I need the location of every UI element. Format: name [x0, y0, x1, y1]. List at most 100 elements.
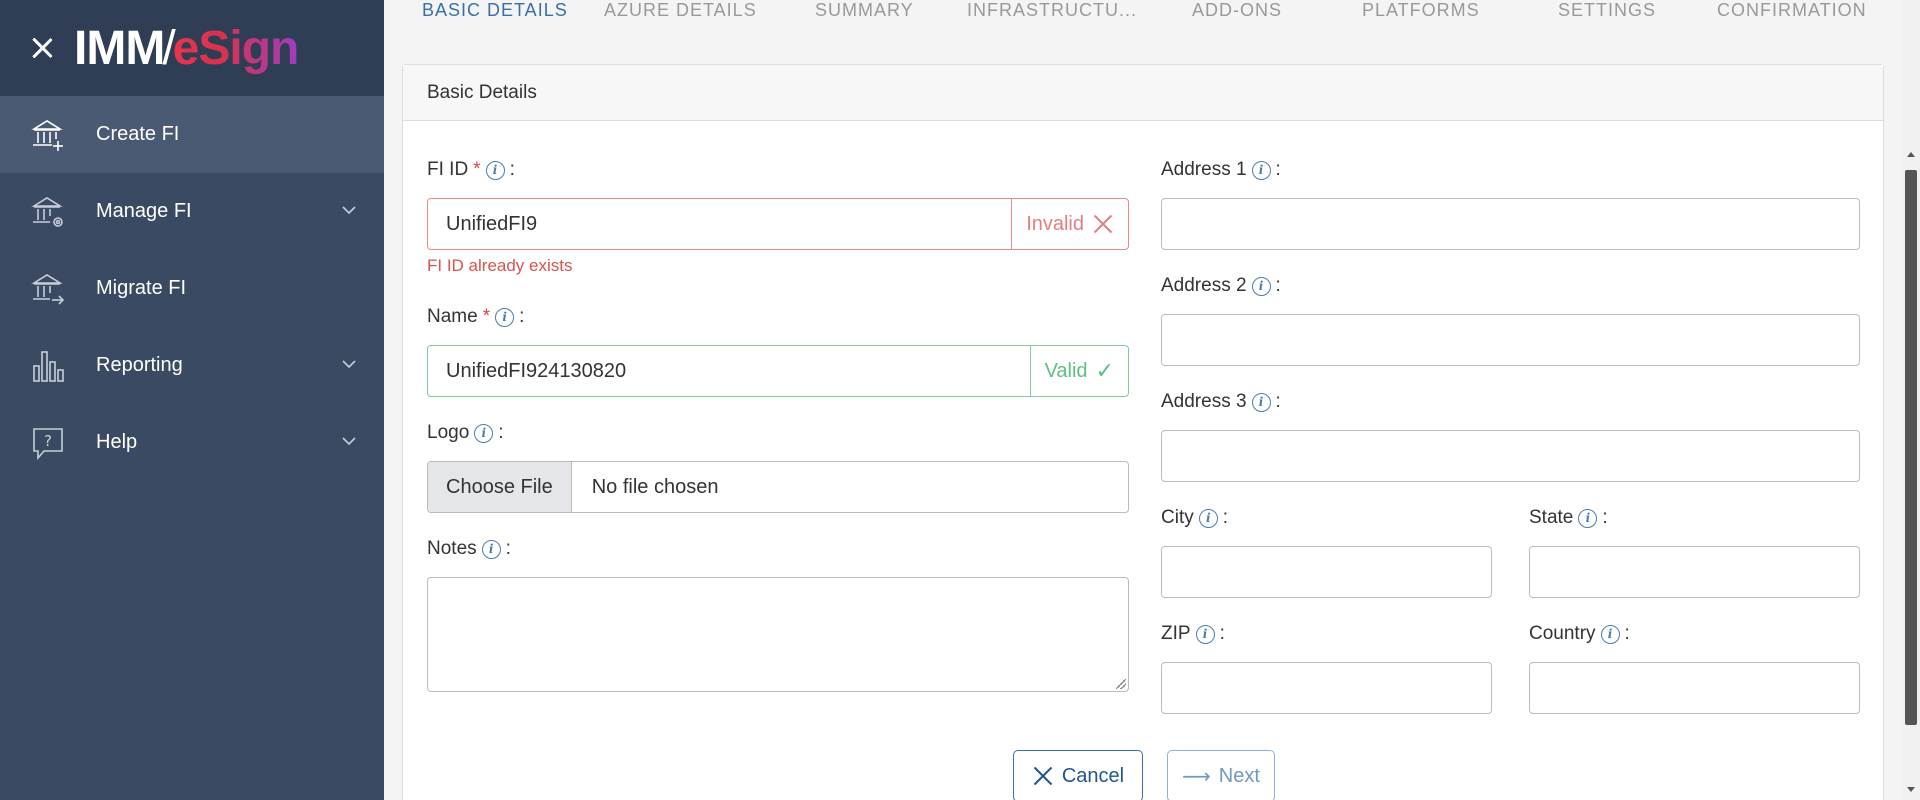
country-input[interactable]	[1529, 662, 1860, 714]
label-colon: :	[1275, 159, 1281, 180]
address3-input[interactable]	[1161, 430, 1860, 482]
check-icon: ✓	[1095, 358, 1114, 383]
sidebar-item-label: Reporting	[96, 354, 183, 376]
name-label-text: Name	[427, 306, 478, 327]
address1-label-text: Address 1	[1161, 159, 1247, 180]
logo-file-input[interactable]: Choose File No file chosen	[427, 461, 1129, 513]
scroll-up-icon[interactable]	[1907, 152, 1915, 157]
resize-handle[interactable]	[1116, 679, 1126, 689]
sidebar-item-label: Migrate FI	[96, 277, 187, 299]
info-icon[interactable]: i	[1195, 624, 1215, 644]
label-colon: :	[519, 306, 525, 327]
state-label: State i :	[1529, 507, 1608, 529]
bar-chart-icon	[30, 346, 66, 386]
fi-id-error: FI ID already exists	[427, 256, 573, 275]
chevron-down-icon	[342, 434, 356, 448]
logo-label: Logo i :	[427, 422, 504, 444]
tab-settings[interactable]: SETTINGS	[1558, 0, 1656, 21]
tab-confirmation[interactable]: CONFIRMATION	[1717, 0, 1867, 21]
fi-id-label: FI ID * i :	[427, 159, 515, 181]
info-icon[interactable]: i	[495, 307, 515, 327]
tab-infrastructure[interactable]: INFRASTRUCTU...	[967, 0, 1137, 21]
sidebar-item-reporting[interactable]: Reporting	[0, 327, 384, 404]
fi-id-value: UnifiedFI9	[446, 212, 538, 235]
city-label: City i :	[1161, 507, 1228, 529]
cancel-button[interactable]: Cancel	[1013, 750, 1143, 800]
info-icon[interactable]: i	[1578, 508, 1598, 528]
label-colon: :	[1602, 507, 1608, 528]
info-icon[interactable]: i	[1251, 276, 1271, 296]
basic-details-card: Basic Details FI ID * i : UnifiedFI9 Inv…	[402, 64, 1884, 800]
label-colon: :	[509, 159, 515, 180]
card-title: Basic Details	[403, 65, 1883, 121]
address1-label: Address 1 i :	[1161, 159, 1281, 181]
zip-label: ZIP i :	[1161, 623, 1225, 645]
info-icon[interactable]: i	[1600, 624, 1620, 644]
scrollbar[interactable]	[1902, 0, 1920, 800]
required-mark: *	[482, 306, 491, 327]
chevron-down-icon	[342, 203, 356, 217]
required-mark: *	[473, 159, 481, 180]
close-icon[interactable]	[28, 34, 56, 62]
zip-input[interactable]	[1161, 662, 1492, 714]
sidebar-header: IMM / eSign	[0, 0, 384, 96]
name-input[interactable]: UnifiedFI924130820 Valid ✓	[427, 345, 1129, 397]
sidebar-item-migrate-fi[interactable]: Migrate FI	[0, 250, 384, 327]
address2-label-text: Address 2	[1161, 275, 1247, 296]
choose-file-button[interactable]: Choose File	[428, 462, 572, 512]
logo-label-text: Logo	[427, 422, 470, 443]
fi-id-status-badge: Invalid	[1011, 199, 1128, 249]
country-label: Country i :	[1529, 623, 1630, 645]
zip-label-text: ZIP	[1161, 623, 1191, 644]
address2-label: Address 2 i :	[1161, 275, 1281, 297]
info-icon[interactable]: i	[1251, 160, 1271, 180]
sidebar: IMM / eSign Create FI Manage FI Migrate …	[0, 0, 384, 800]
notes-textarea[interactable]	[427, 577, 1129, 692]
sidebar-item-help[interactable]: ? Help	[0, 404, 384, 481]
sidebar-item-manage-fi[interactable]: Manage FI	[0, 173, 384, 250]
sidebar-item-label: Create FI	[96, 123, 180, 145]
info-icon[interactable]: i	[1198, 508, 1218, 528]
info-icon[interactable]: i	[474, 423, 494, 443]
city-input[interactable]	[1161, 546, 1492, 598]
cancel-label: Cancel	[1061, 764, 1125, 787]
logo-esign: eSign	[172, 21, 300, 75]
address2-input[interactable]	[1161, 314, 1860, 366]
x-icon	[1092, 213, 1114, 235]
sidebar-item-label: Help	[96, 431, 138, 453]
tab-summary[interactable]: SUMMARY	[815, 0, 914, 21]
name-value: UnifiedFI924130820	[446, 359, 627, 382]
tab-basic-details[interactable]: BASIC DETAILS	[422, 0, 568, 21]
logo: IMM / eSign	[74, 21, 300, 76]
tab-add-ons[interactable]: ADD-ONS	[1192, 0, 1282, 21]
wizard-tabs: BASIC DETAILS AZURE DETAILS SUMMARY INFR…	[384, 0, 1902, 28]
name-status-text: Valid	[1044, 359, 1088, 382]
bank-arrow-icon	[30, 269, 66, 309]
label-colon: :	[1624, 623, 1630, 644]
svg-text:?: ?	[44, 432, 52, 450]
x-icon	[1032, 765, 1054, 787]
notes-label: Notes i :	[427, 538, 511, 560]
tab-platforms[interactable]: PLATFORMS	[1362, 0, 1480, 21]
label-colon: :	[1275, 391, 1281, 412]
fi-id-status-text: Invalid	[1026, 212, 1084, 235]
scrollbar-thumb[interactable]	[1905, 170, 1917, 725]
label-colon: :	[498, 422, 504, 443]
arrow-right-icon: ⟶	[1182, 765, 1211, 788]
sidebar-item-create-fi[interactable]: Create FI	[0, 96, 384, 173]
fi-id-label-text: FI ID	[427, 159, 469, 180]
address3-label: Address 3 i :	[1161, 391, 1281, 413]
logo-imm: IMM	[74, 21, 165, 75]
tab-azure-details[interactable]: AZURE DETAILS	[604, 0, 757, 21]
next-label: Next	[1218, 764, 1260, 787]
scroll-down-icon[interactable]	[1907, 787, 1915, 792]
address3-label-text: Address 3	[1161, 391, 1247, 412]
address1-input[interactable]	[1161, 198, 1860, 250]
fi-id-input[interactable]: UnifiedFI9 Invalid	[427, 198, 1129, 250]
info-icon[interactable]: i	[1251, 392, 1271, 412]
state-input[interactable]	[1529, 546, 1860, 598]
info-icon[interactable]: i	[485, 160, 505, 180]
info-icon[interactable]: i	[481, 539, 501, 559]
next-button[interactable]: ⟶ Next	[1167, 750, 1275, 800]
sidebar-item-label: Manage FI	[96, 200, 192, 222]
